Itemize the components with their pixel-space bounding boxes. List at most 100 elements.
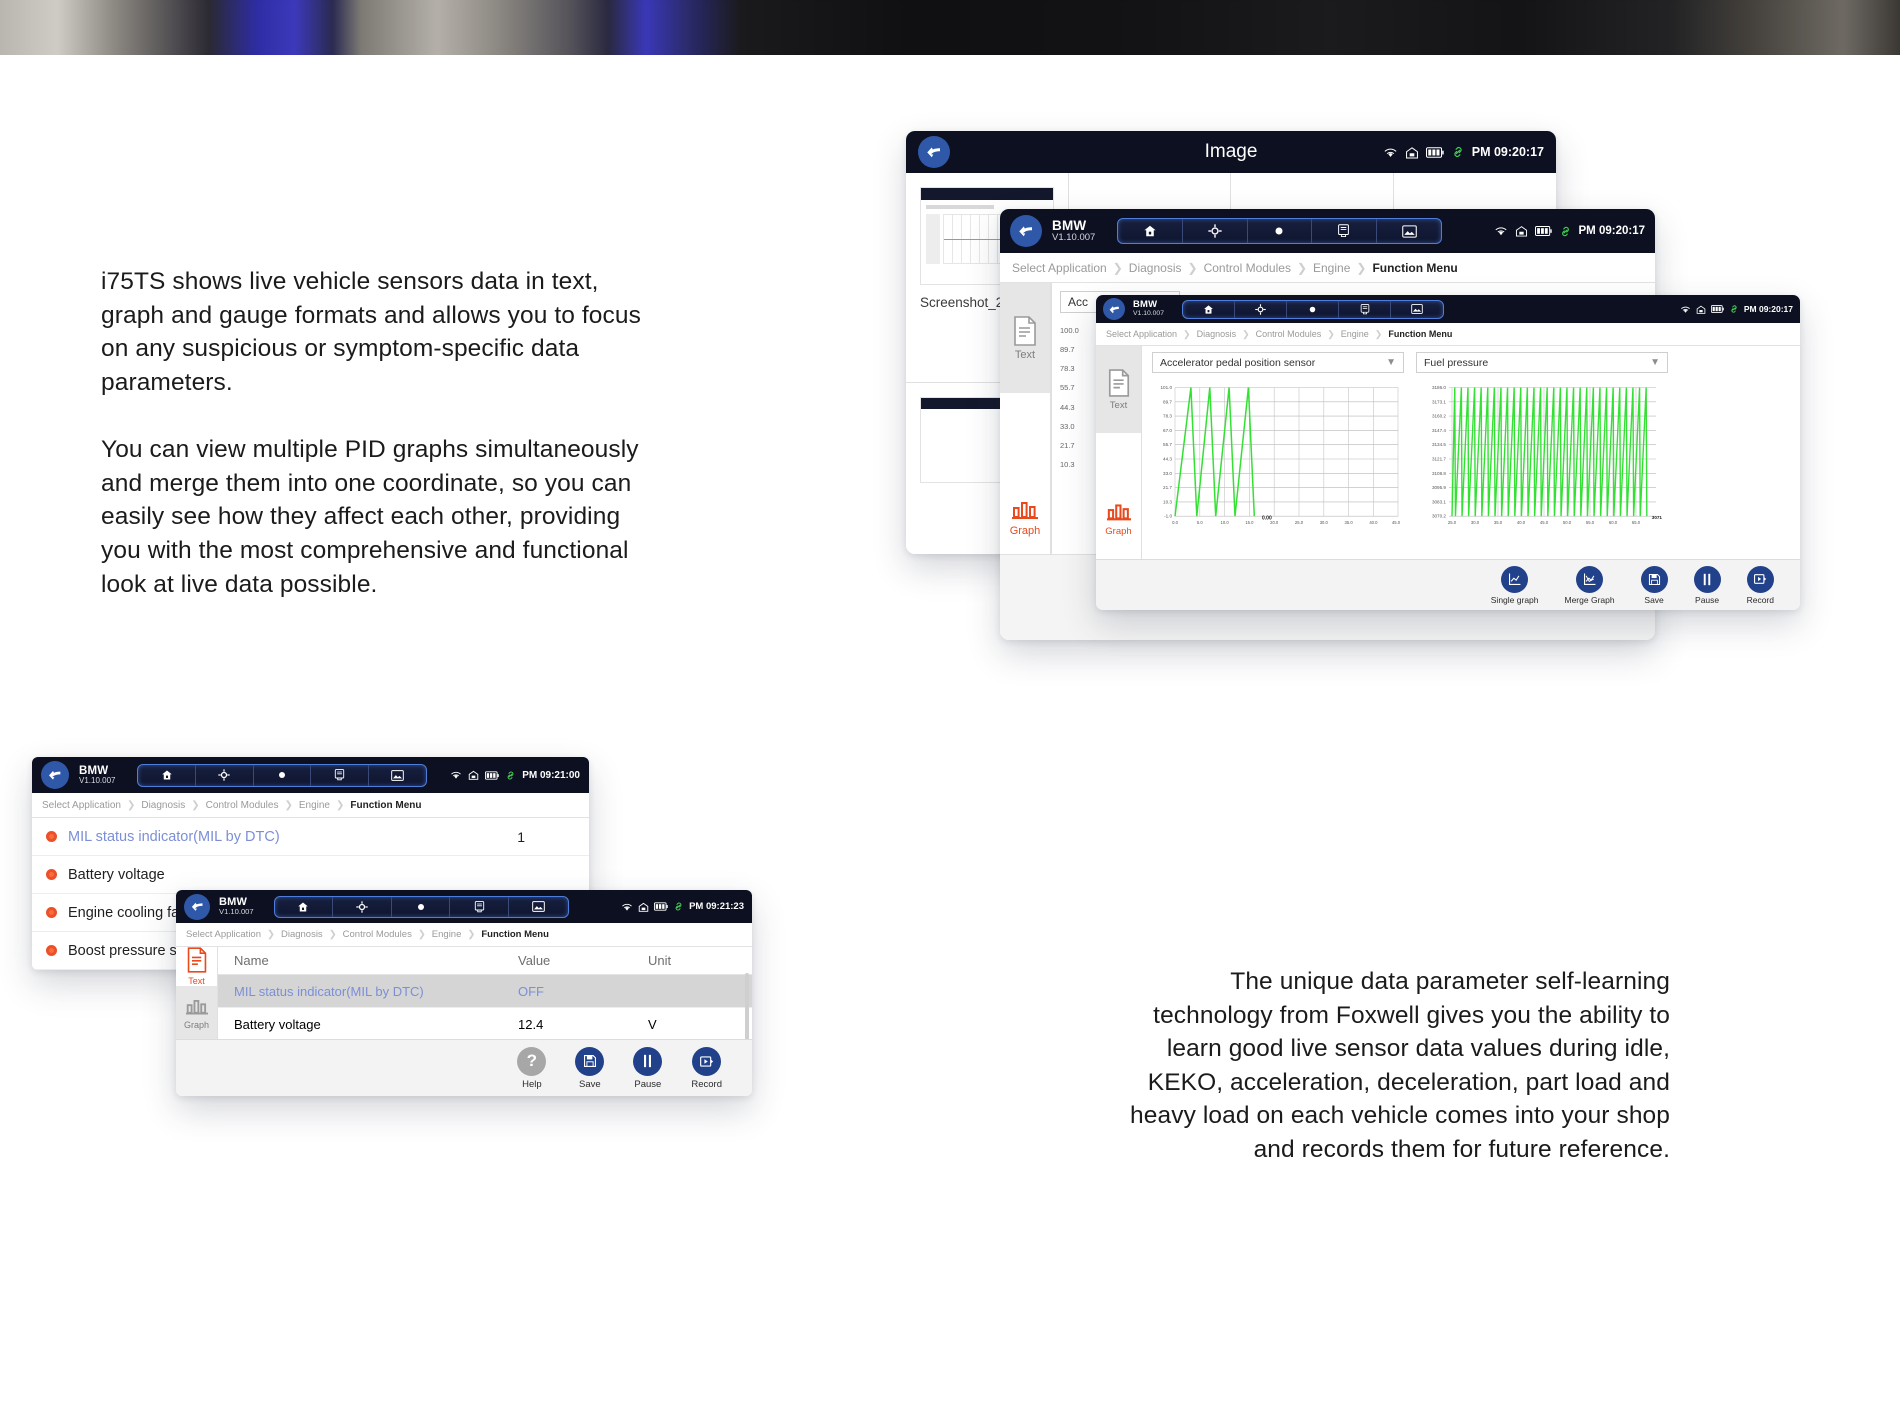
table-action-bar: ? Help Save Pause Record (176, 1039, 752, 1096)
breadcrumb-select-application[interactable]: Select Application ❯ (1106, 329, 1197, 340)
screenshot-icon[interactable] (369, 765, 427, 786)
cell-value: 12.4 (518, 1016, 544, 1032)
back-button[interactable] (41, 761, 69, 789)
screenshot-icon[interactable] (509, 897, 568, 917)
radio-selected-icon[interactable] (46, 907, 57, 918)
rail-tab-text[interactable]: Text (176, 947, 217, 986)
action-single-graph[interactable]: Single graph (1491, 565, 1539, 605)
text-document-icon (187, 947, 206, 973)
breadcrumb-select-application[interactable]: Select Application ❯ (42, 800, 141, 811)
rail-tab-graph-label: Graph (1105, 526, 1132, 538)
breadcrumb-label: Select Application (186, 929, 261, 940)
pid-dropdown-right[interactable]: Fuel pressure ▼ (1416, 352, 1668, 373)
svg-text:55.0: 55.0 (1586, 520, 1595, 525)
home-icon[interactable] (138, 764, 197, 786)
pause-icon (1693, 565, 1721, 593)
table-scrollbar[interactable] (745, 973, 749, 1039)
action-record[interactable]: Record (691, 1046, 722, 1090)
action-record[interactable]: Record (1747, 565, 1774, 605)
action-pause[interactable]: Pause (633, 1046, 663, 1090)
graph-window-topbar: BMW V1.10.007 PM 09:20:17 (1096, 295, 1800, 323)
table-row[interactable]: Battery voltage 12.4 V (218, 1008, 752, 1039)
svg-text:25.0: 25.0 (1295, 520, 1304, 525)
list-item[interactable]: MIL status indicator(MIL by DTC) 1 (32, 818, 589, 856)
action-pause[interactable]: Pause (1693, 565, 1721, 605)
brand-version: V1.10.007 (1133, 310, 1164, 318)
back-button[interactable] (1103, 298, 1125, 320)
breadcrumb-control-modules[interactable]: Control Modules ❯ (1256, 329, 1341, 340)
back-button[interactable] (184, 893, 210, 920)
status-icons: PM 09:20:17 (1680, 304, 1793, 314)
home-icon[interactable] (275, 896, 334, 917)
breadcrumb-diagnosis[interactable]: Diagnosis ❯ (281, 929, 343, 940)
breadcrumb-function-menu[interactable]: Function Menu (1372, 261, 1457, 275)
breadcrumb-control-modules[interactable]: Control Modules ❯ (1204, 261, 1313, 275)
breadcrumb-engine[interactable]: Engine ❯ (1341, 329, 1389, 340)
gear-icon[interactable] (1235, 300, 1287, 318)
svg-text:30.0: 30.0 (1471, 520, 1480, 525)
printer-icon[interactable] (1339, 300, 1391, 318)
radio-selected-icon[interactable] (46, 869, 57, 880)
table-row[interactable]: MIL status indicator(MIL by DTC) OFF (218, 975, 752, 1008)
record-dot-icon[interactable] (392, 896, 451, 917)
breadcrumb-control-modules[interactable]: Control Modules ❯ (206, 800, 299, 811)
breadcrumb-diagnosis[interactable]: Diagnosis ❯ (141, 800, 205, 811)
action-save[interactable]: Save (1640, 565, 1668, 605)
home-network-icon (1696, 305, 1706, 314)
breadcrumb-engine[interactable]: Engine ❯ (1313, 261, 1372, 275)
svg-text:0.0: 0.0 (1172, 520, 1178, 525)
svg-text:3070.2: 3070.2 (1432, 514, 1446, 519)
printer-icon[interactable] (311, 764, 369, 786)
action-save[interactable]: Save (575, 1046, 605, 1090)
breadcrumb-function-menu[interactable]: Function Menu (350, 800, 421, 811)
record-dot-icon[interactable] (1287, 300, 1339, 318)
svg-text:3095.9: 3095.9 (1432, 485, 1446, 490)
cell-unit: V (648, 1016, 657, 1032)
radio-selected-icon[interactable] (46, 831, 57, 842)
image-window-topbar: Image PM 09:20:17 (906, 131, 1556, 173)
rail-tab-graph[interactable]: Graph (1096, 477, 1141, 559)
breadcrumb-function-menu[interactable]: Function Menu (481, 929, 549, 940)
record-dot-icon[interactable] (1248, 219, 1313, 243)
battery-icon (485, 770, 499, 780)
breadcrumb-control-modules[interactable]: Control Modules ❯ (343, 929, 432, 940)
back-button[interactable] (1010, 215, 1042, 247)
chart-fuel-pressure: 3186.0 3173.1 3160.2 3147.4 3134.5 3121.7 31… (1416, 379, 1668, 534)
action-help[interactable]: ? Help (517, 1046, 547, 1090)
breadcrumb-engine[interactable]: Engine ❯ (432, 929, 482, 940)
breadcrumb-diagnosis[interactable]: Diagnosis ❯ (1129, 261, 1204, 275)
rail-tab-text[interactable]: Text (1096, 346, 1141, 434)
list-item[interactable]: Battery voltage (32, 856, 589, 894)
pid-table-window: BMW V1.10.007 PM 09:21:23 Select Applica… (176, 890, 752, 1096)
rail-tab-graph[interactable]: Graph (176, 986, 217, 1039)
rail-tab-text[interactable]: Text (1000, 283, 1050, 393)
printer-icon[interactable] (450, 896, 509, 917)
clock: PM 09:20:17 (1743, 304, 1793, 314)
breadcrumb-diagnosis[interactable]: Diagnosis ❯ (1197, 329, 1256, 340)
breadcrumb-select-application[interactable]: Select Application ❯ (1012, 261, 1129, 275)
home-icon[interactable] (1118, 219, 1183, 243)
chevron-right-icon: ❯ (1296, 260, 1307, 275)
printer-icon[interactable] (1312, 219, 1377, 243)
breadcrumb-function-menu[interactable]: Function Menu (1388, 329, 1452, 339)
wifi-icon (1680, 306, 1690, 313)
list-window-topbar: BMW V1.10.007 PM 09:21:00 (32, 757, 589, 793)
gear-icon[interactable] (1183, 219, 1248, 243)
radio-selected-icon[interactable] (46, 945, 57, 956)
svg-text:89.7: 89.7 (1163, 399, 1172, 404)
home-icon[interactable] (1183, 300, 1235, 318)
gear-icon[interactable] (196, 764, 254, 786)
screenshot-icon[interactable] (1377, 219, 1442, 243)
breadcrumb-select-application[interactable]: Select Application ❯ (186, 929, 281, 940)
pid-dropdown-left[interactable]: Accelerator pedal position sensor ▼ (1152, 352, 1404, 373)
svg-text:40.0: 40.0 (1369, 520, 1378, 525)
action-merge-graph[interactable]: Merge Graph (1565, 565, 1615, 605)
status-icons: PM 09:20:17 (1383, 145, 1544, 159)
screenshot-icon[interactable] (1391, 301, 1443, 318)
gear-icon[interactable] (333, 896, 392, 917)
save-disk-icon (575, 1046, 605, 1076)
svg-text:40.0: 40.0 (1517, 520, 1526, 525)
rail-tab-graph-label: Graph (183, 1020, 209, 1030)
record-dot-icon[interactable] (254, 764, 312, 786)
breadcrumb-engine[interactable]: Engine ❯ (299, 800, 351, 811)
